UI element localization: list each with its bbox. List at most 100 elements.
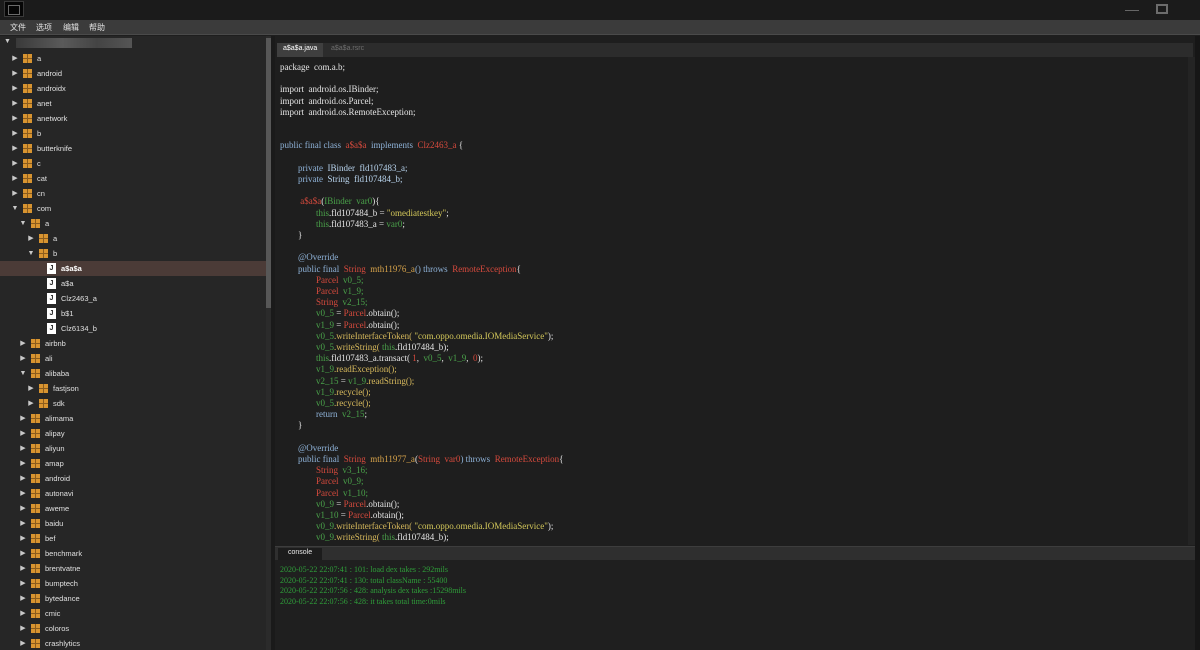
minimize-button[interactable]: — (1118, 0, 1146, 20)
chevron-right-icon[interactable]: ▶ (18, 336, 28, 351)
menu-file[interactable]: 文件 (10, 22, 26, 33)
code-line: import android.os.IBinder; (280, 84, 379, 95)
tree-folder-item[interactable]: ▶ bytedance (0, 591, 266, 606)
chevron-right-icon[interactable]: ▶ (18, 351, 28, 366)
tree-folder-item[interactable]: ▶ butterknife (0, 141, 266, 156)
tree-folder-item[interactable]: ▶ cn (0, 186, 266, 201)
tree-folder-item[interactable]: ▶ fastjson (0, 381, 266, 396)
chevron-right-icon[interactable]: ▶ (18, 591, 28, 606)
editor-scrollbar[interactable] (1188, 57, 1195, 545)
window-edge (1195, 36, 1200, 650)
tree-file-item[interactable]: J Clz6134_b (0, 321, 266, 336)
tree-file-item[interactable]: Ja$a$a (0, 261, 266, 276)
code-token: this (280, 353, 330, 364)
chevron-right-icon[interactable]: ▶ (18, 516, 28, 531)
tree-file-item[interactable]: Ja$a (0, 276, 266, 291)
tree-item-label: b (53, 249, 58, 258)
tree-folder-item[interactable]: ▼ b (0, 246, 266, 261)
chevron-right-icon[interactable]: ▶ (18, 411, 28, 426)
tree-folder-item[interactable]: ▶ cat (0, 171, 266, 186)
tab-smali-source[interactable]: a$a$a.rsrc (325, 43, 370, 57)
package-tree[interactable]: ▶ a ▶ android ▶ androidx ▶ anet ▶ anetwork ▶ b ▶ butt… (0, 36, 266, 650)
tree-root-blurred[interactable] (16, 38, 132, 48)
tree-folder-item[interactable]: ▶ anetwork (0, 111, 266, 126)
tree-folder-item[interactable]: ▶ cmic (0, 606, 266, 621)
chevron-right-icon[interactable]: ▶ (10, 66, 20, 81)
menu-edit[interactable]: 编辑 (63, 22, 79, 33)
tree-folder-item[interactable]: ▶ android (0, 471, 266, 486)
code-token: v1_9 (348, 375, 367, 386)
chevron-right-icon[interactable]: ▶ (10, 126, 20, 141)
tree-folder-item[interactable]: ▶ ali (0, 351, 266, 366)
tree-folder-item[interactable]: ▶ a (0, 51, 266, 66)
tree-folder-item[interactable]: ▶ androidx (0, 81, 266, 96)
chevron-down-icon[interactable]: ▼ (18, 216, 28, 231)
tree-folder-item[interactable]: ▶ aliyun (0, 441, 266, 456)
chevron-right-icon[interactable]: ▶ (18, 606, 28, 621)
chevron-right-icon[interactable]: ▶ (18, 456, 28, 471)
chevron-down-icon[interactable]: ▼ (18, 366, 28, 381)
chevron-down-icon[interactable]: ▼ (26, 246, 36, 261)
chevron-right-icon[interactable]: ▶ (10, 186, 20, 201)
tree-folder-item[interactable]: ▶ anet (0, 96, 266, 111)
java-file-icon: J (47, 308, 56, 319)
tree-file-item[interactable]: Jb$1 (0, 306, 266, 321)
chevron-right-icon[interactable]: ▶ (10, 141, 20, 156)
tree-folder-item[interactable]: ▶ benchmark (0, 546, 266, 561)
chevron-right-icon[interactable]: ▶ (18, 471, 28, 486)
tree-folder-item[interactable]: ▶ sdk (0, 396, 266, 411)
chevron-right-icon[interactable]: ▶ (18, 426, 28, 441)
menu-help[interactable]: 帮助 (89, 22, 105, 33)
chevron-right-icon[interactable]: ▶ (10, 96, 20, 111)
tree-folder-item[interactable]: ▶ alipay (0, 426, 266, 441)
chevron-right-icon[interactable]: ▶ (10, 81, 20, 96)
chevron-right-icon[interactable]: ▶ (10, 111, 20, 126)
tree-folder-item[interactable]: ▶ android (0, 66, 266, 81)
chevron-right-icon[interactable]: ▶ (18, 486, 28, 501)
chevron-right-icon[interactable]: ▶ (18, 546, 28, 561)
chevron-right-icon[interactable]: ▶ (10, 156, 20, 171)
tree-folder-item[interactable]: ▶ b (0, 126, 266, 141)
tree-folder-item[interactable]: ▶ autonavi (0, 486, 266, 501)
tree-folder-item[interactable]: ▼ com (0, 201, 266, 216)
chevron-right-icon[interactable]: ▶ (18, 621, 28, 636)
code-token: ); (547, 521, 554, 532)
maximize-button[interactable] (1148, 0, 1176, 20)
chevron-right-icon[interactable]: ▶ (26, 381, 36, 396)
chevron-down-icon[interactable]: ▼ (10, 201, 20, 216)
tree-folder-item[interactable]: ▶ amap (0, 456, 266, 471)
close-button[interactable] (1176, 0, 1200, 20)
chevron-right-icon[interactable]: ▶ (18, 531, 28, 546)
tree-folder-item[interactable]: ▶ brentvatne (0, 561, 266, 576)
tree-folder-item[interactable]: ▶ baidu (0, 516, 266, 531)
tree-folder-item[interactable]: ▶ bumptech (0, 576, 266, 591)
tab-java-source[interactable]: a$a$a.java (277, 43, 324, 57)
tree-folder-item[interactable]: ▼ a (0, 216, 266, 231)
code-token: { (516, 263, 521, 274)
chevron-right-icon[interactable]: ▶ (18, 441, 28, 456)
tree-folder-item[interactable]: ▼ alibaba (0, 366, 266, 381)
chevron-right-icon[interactable]: ▶ (26, 396, 36, 411)
tree-folder-item[interactable]: ▶ airbnb (0, 336, 266, 351)
code-token: v0_5 (280, 342, 334, 352)
code-editor[interactable]: package com.a.b; import android.os.IBinde… (275, 57, 1195, 545)
tree-file-item[interactable]: J Clz2463_a (0, 291, 266, 306)
tree-item-label: aweme (45, 504, 70, 513)
chevron-right-icon[interactable]: ▶ (18, 636, 28, 650)
tree-folder-item[interactable]: ▶ aweme (0, 501, 266, 516)
tree-folder-item[interactable]: ▶ alimama (0, 411, 266, 426)
chevron-right-icon[interactable]: ▶ (18, 501, 28, 516)
tree-folder-item[interactable]: ▶ crashlytics (0, 636, 266, 650)
chevron-right-icon[interactable]: ▶ (10, 51, 20, 66)
chevron-right-icon[interactable]: ▶ (18, 561, 28, 576)
chevron-right-icon[interactable]: ▶ (26, 231, 36, 246)
chevron-right-icon[interactable]: ▶ (18, 576, 28, 591)
chevron-right-icon[interactable]: ▶ (10, 171, 20, 186)
tree-folder-item[interactable]: ▶ a (0, 231, 266, 246)
tree-folder-item[interactable]: ▶ c (0, 156, 266, 171)
code-token: RemoteException (494, 454, 560, 464)
tree-root-arrow[interactable]: ▼ (4, 38, 11, 45)
tree-folder-item[interactable]: ▶ coloros (0, 621, 266, 636)
menu-options[interactable]: 选项 (36, 22, 52, 33)
tree-folder-item[interactable]: ▶ bef (0, 531, 266, 546)
